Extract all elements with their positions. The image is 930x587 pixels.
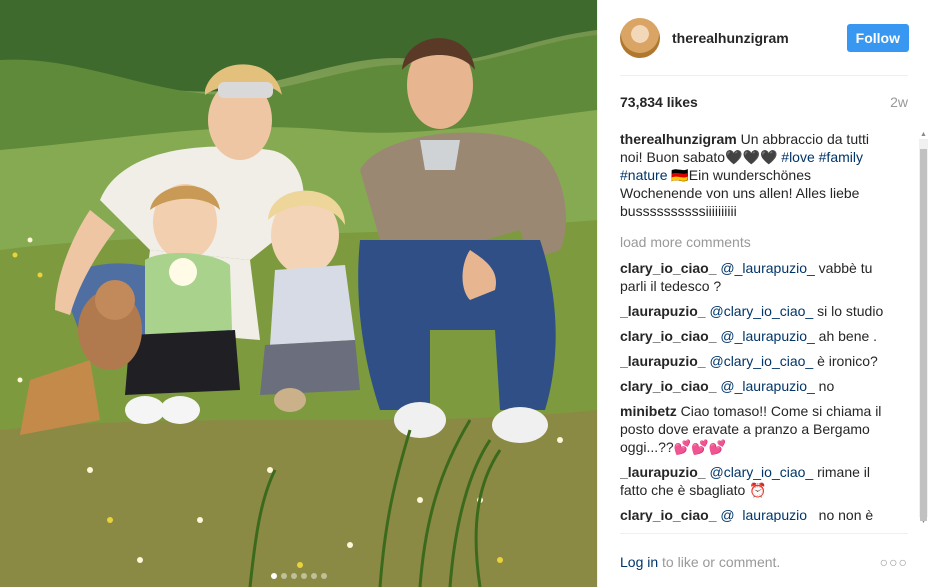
- comment-item: clary_io_ciao_ @_laurapuzio_ no: [620, 377, 888, 395]
- carousel-dot[interactable]: [310, 573, 317, 579]
- instagram-post: therealhunzigram Follow 73,834 likes 2w …: [0, 0, 930, 587]
- scroll-up-arrow-icon[interactable]: ▲: [919, 130, 928, 139]
- header-divider: [620, 75, 908, 76]
- carousel-dot[interactable]: [320, 573, 327, 579]
- comments-list[interactable]: therealhunzigram Un abbraccio da tutti n…: [620, 130, 908, 522]
- login-prompt: Log in to like or comment.: [620, 554, 780, 570]
- comment-username[interactable]: minibetz: [620, 403, 677, 419]
- comment-username[interactable]: clary_io_ciao_: [620, 378, 717, 394]
- comment-mention[interactable]: @clary_io_ciao_: [709, 303, 813, 319]
- comment-item: minibetz Ciao tomaso!! Come si chiama il…: [620, 402, 888, 456]
- post-caption: therealhunzigram Un abbraccio da tutti n…: [620, 130, 888, 220]
- post-footer: Log in to like or comment. ○○○: [620, 554, 908, 570]
- follow-button[interactable]: Follow: [846, 23, 909, 52]
- caption-username[interactable]: therealhunzigram: [620, 131, 737, 147]
- comment-text: è ironico?: [813, 353, 878, 369]
- avatar[interactable]: [620, 17, 660, 58]
- comment-username[interactable]: _laurapuzio_: [620, 464, 706, 480]
- more-options-icon[interactable]: ○○○: [880, 554, 908, 570]
- comment-text: si lo studio: [813, 303, 884, 319]
- comment-username[interactable]: clary_io_ciao_: [620, 260, 717, 276]
- comment-item: _laurapuzio_ @clary_io_ciao_ rimane il f…: [620, 463, 888, 499]
- login-prompt-text: to like or comment.: [658, 554, 781, 570]
- comment-item: clary_io_ciao_ @_laurapuzio_ no non è sb…: [620, 506, 888, 522]
- family-photo-illustration: [0, 0, 597, 587]
- comment-mention[interactable]: @clary_io_ciao_: [709, 353, 813, 369]
- carousel-dot[interactable]: [300, 573, 307, 579]
- comment-mention[interactable]: @clary_io_ciao_: [709, 464, 813, 480]
- header-username[interactable]: therealhunzigram: [672, 30, 847, 46]
- comment-username[interactable]: clary_io_ciao_: [620, 507, 717, 522]
- comment-username[interactable]: clary_io_ciao_: [620, 328, 717, 344]
- comment-item: clary_io_ciao_ @_laurapuzio_ ah bene .: [620, 327, 888, 345]
- comment-text: no: [814, 378, 835, 394]
- comment-mention[interactable]: @_laurapuzio_: [720, 260, 814, 276]
- carousel-dot[interactable]: [290, 573, 297, 579]
- hashtag-family[interactable]: #family: [819, 149, 863, 165]
- comment-mention[interactable]: @_laurapuzio_: [720, 328, 814, 344]
- likes-count[interactable]: 73,834 likes: [620, 94, 698, 110]
- carousel-dot[interactable]: [270, 573, 277, 579]
- post-header: therealhunzigram Follow: [598, 0, 930, 75]
- comment-mention[interactable]: @_laurapuzio_: [720, 507, 814, 522]
- scroll-thumb[interactable]: [920, 149, 927, 521]
- post-photo[interactable]: [0, 0, 597, 587]
- comment-item: _laurapuzio_ @clary_io_ciao_ si lo studi…: [620, 302, 888, 320]
- comment-mention[interactable]: @_laurapuzio_: [720, 378, 814, 394]
- hashtag-love[interactable]: #love: [781, 149, 814, 165]
- comment-item: _laurapuzio_ @clary_io_ciao_ è ironico?: [620, 352, 888, 370]
- load-more-comments-link[interactable]: load more comments: [620, 234, 908, 250]
- comments-scrollbar[interactable]: ▲ ▼: [919, 130, 928, 526]
- likes-row: 73,834 likes 2w: [620, 94, 908, 110]
- comment-item: clary_io_ciao_ @_laurapuzio_ vabbè tu pa…: [620, 259, 888, 295]
- carousel-dots: [270, 573, 327, 579]
- carousel-dot[interactable]: [280, 573, 287, 579]
- scroll-track[interactable]: [919, 139, 928, 521]
- comment-username[interactable]: _laurapuzio_: [620, 303, 706, 319]
- comment-text: ah bene .: [814, 328, 878, 344]
- footer-divider: [620, 533, 908, 534]
- comment-username[interactable]: _laurapuzio_: [620, 353, 706, 369]
- post-time[interactable]: 2w: [890, 94, 908, 110]
- login-link[interactable]: Log in: [620, 554, 658, 570]
- hashtag-nature[interactable]: #nature: [620, 167, 667, 183]
- post-side-panel: therealhunzigram Follow 73,834 likes 2w …: [597, 0, 930, 587]
